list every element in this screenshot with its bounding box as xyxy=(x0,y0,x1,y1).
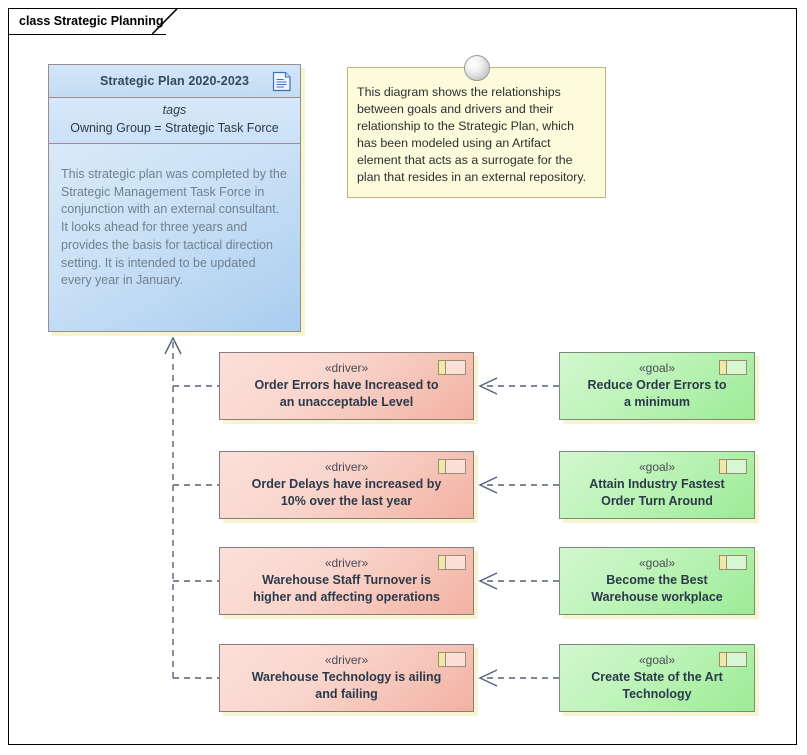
artifact-tag-owning-group: Owning Group = Strategic Task Force xyxy=(70,120,279,135)
goal-name-line2: a minimum xyxy=(624,394,690,409)
motivation-goal-icon xyxy=(719,555,747,570)
diagram-frame-label: class Strategic Planning xyxy=(19,14,164,29)
driver-name-line1: Warehouse Technology is ailing xyxy=(251,669,442,684)
goal-element-3[interactable]: «goal» Become the Best Warehouse workpla… xyxy=(559,547,755,615)
artifact-header: Strategic Plan 2020-2023 xyxy=(49,65,300,98)
goal-name-line2: Order Turn Around xyxy=(601,493,713,508)
goal-element-4[interactable]: «goal» Create State of the Art Technolog… xyxy=(559,644,755,712)
goal-stereotype: «goal» xyxy=(638,555,676,570)
diagram-canvas: class Strategic Planning Strategic Plan … xyxy=(0,0,807,755)
driver-element-3[interactable]: «driver» Warehouse Staff Turnover is hig… xyxy=(219,547,474,615)
diagram-note[interactable]: This diagram shows the relationships bet… xyxy=(347,67,606,198)
driver-element-1[interactable]: «driver» Order Errors have Increased to … xyxy=(219,352,474,420)
motivation-driver-icon xyxy=(438,360,466,375)
driver-name-line1: Order Delays have increased by xyxy=(251,476,442,491)
artifact-notes-text: This strategic plan was completed by the… xyxy=(61,166,287,288)
goal-element-1[interactable]: «goal» Reduce Order Errors to a minimum xyxy=(559,352,755,420)
driver-name-line1: Warehouse Staff Turnover is xyxy=(262,572,431,587)
artifact-tags-label: tags xyxy=(162,103,187,117)
motivation-driver-icon xyxy=(438,555,466,570)
goal-name-line2: Warehouse workplace xyxy=(591,589,723,604)
motivation-goal-icon xyxy=(719,652,747,667)
driver-name-line1: Order Errors have Increased to xyxy=(254,377,439,392)
goal-name-line2: Technology xyxy=(622,686,692,701)
driver-stereotype: «driver» xyxy=(324,652,369,667)
driver-name-line2: and failing xyxy=(315,686,378,701)
diagram-frame-tab-slant xyxy=(152,8,178,35)
driver-name-line2: an unacceptable Level xyxy=(279,394,414,409)
goal-element-2[interactable]: «goal» Attain Industry Fastest Order Tur… xyxy=(559,451,755,519)
goal-stereotype: «goal» xyxy=(638,459,676,474)
driver-stereotype: «driver» xyxy=(324,555,369,570)
motivation-goal-icon xyxy=(719,360,747,375)
goal-name-line1: Become the Best xyxy=(606,572,708,587)
driver-name-line2: higher and affecting operations xyxy=(253,589,440,604)
goal-stereotype: «goal» xyxy=(638,360,676,375)
diagram-frame-tab[interactable]: class Strategic Planning xyxy=(8,8,166,35)
artifact-title: Strategic Plan 2020-2023 xyxy=(99,74,249,88)
diagram-note-text: This diagram shows the relationships bet… xyxy=(357,85,587,184)
motivation-driver-icon xyxy=(438,459,466,474)
artifact-strategic-plan[interactable]: Strategic Plan 2020-2023 tags Owning Gro… xyxy=(48,64,301,332)
driver-element-4[interactable]: «driver» Warehouse Technology is ailing … xyxy=(219,644,474,712)
goal-stereotype: «goal» xyxy=(638,652,676,667)
note-anchor-circle-icon xyxy=(464,55,490,81)
motivation-driver-icon xyxy=(438,652,466,667)
motivation-goal-icon xyxy=(719,459,747,474)
artifact-notes-compartment: This strategic plan was completed by the… xyxy=(49,143,300,331)
artifact-tags-compartment: tags Owning Group = Strategic Task Force xyxy=(49,98,300,144)
driver-name-line2: 10% over the last year xyxy=(280,493,413,508)
driver-stereotype: «driver» xyxy=(324,360,369,375)
artifact-document-icon xyxy=(272,71,291,92)
driver-element-2[interactable]: «driver» Order Delays have increased by … xyxy=(219,451,474,519)
driver-stereotype: «driver» xyxy=(324,459,369,474)
goal-name-line1: Create State of the Art xyxy=(591,669,723,684)
goal-name-line1: Attain Industry Fastest xyxy=(589,476,725,491)
goal-name-line1: Reduce Order Errors to xyxy=(587,377,727,392)
